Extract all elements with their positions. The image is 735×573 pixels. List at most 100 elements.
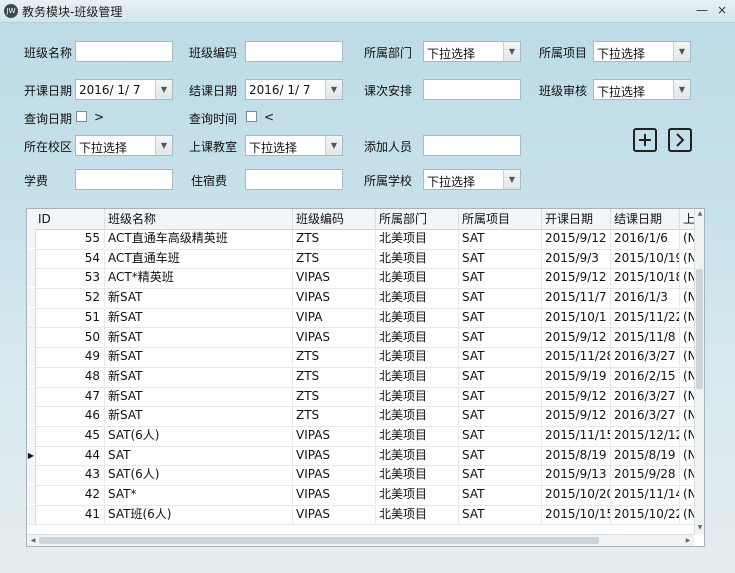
cell-class-name: 新SAT [105, 366, 293, 386]
table-row[interactable]: 45 SAT(6人) VIPAS 北美项目 SAT 2015/11/15 2015/12/1… [27, 426, 694, 447]
cell-department: 北美项目 [376, 465, 459, 485]
classroom-label: 上课教室 [189, 140, 238, 154]
end-date-picker[interactable]: 2016/ 1/ 7 ▼ [245, 79, 343, 100]
added-by-input[interactable] [423, 135, 521, 156]
header-col-start-date[interactable]: 开课日期 [542, 209, 611, 229]
header-col-project[interactable]: 所属项目 [459, 209, 542, 229]
cell-class-code: ZTS [293, 386, 376, 406]
table-row[interactable]: 48新SATZTS北美项目SAT2015/9/192016/2/15(N [27, 366, 694, 388]
close-button[interactable]: × [714, 2, 730, 18]
class-table[interactable]: ID 班级名称 班级编码 所属部门 所属项目 开课日期 结课日期上 55 ACT直通车高级精英… [26, 208, 705, 547]
header-col-class-code[interactable]: 班级编码 [293, 209, 376, 229]
cell-start-date: 2015/9/3 [542, 248, 611, 268]
review-label: 班级审核 [539, 84, 588, 98]
chevron-down-icon: ▼ [325, 80, 342, 99]
start-date-picker[interactable]: 2016/ 1/ 7 ▼ [75, 79, 173, 100]
next-button[interactable] [668, 128, 692, 152]
header-col-department[interactable]: 所属部门 [376, 209, 459, 229]
header-col-class-name[interactable]: 班级名称 [105, 209, 293, 229]
table-row[interactable]: ▶44SATVIPAS北美项目SAT2015/8/192015/8/19(N [27, 445, 694, 467]
scroll-down-icon[interactable]: ▼ [695, 523, 704, 533]
scroll-left-icon[interactable]: ◀ [27, 535, 39, 546]
cell-end-date: 2015/12/12 [611, 426, 680, 445]
cell-start-date: 2015/9/19 [542, 366, 611, 386]
tuition-input[interactable] [75, 169, 173, 190]
cell-extra: (N [680, 406, 694, 425]
cell-end-date: 2016/3/27 [611, 347, 680, 367]
table-row[interactable]: 53 ACT*精英班 VIPAS 北美项目 SAT 2015/9/12 2015/10/18… [27, 268, 694, 290]
cell-id: 41 [35, 504, 105, 524]
campus-select[interactable]: 下拉选择 ▼ [75, 135, 173, 156]
lodging-input[interactable] [245, 169, 343, 190]
campus-label: 所在校区 [24, 140, 73, 154]
query-time-checkbox[interactable] [246, 111, 257, 122]
cell-class-code: VIPAS [293, 445, 376, 465]
cell-class-code: VIPAS [293, 504, 376, 524]
cell-class-code: ZTS [293, 406, 376, 426]
vertical-scroll-thumb[interactable] [696, 269, 703, 389]
cell-class-code: VIPAS [293, 268, 376, 288]
cell-id: 51 [35, 307, 105, 327]
query-date-checkbox[interactable] [76, 111, 87, 122]
table-row[interactable]: 47新SATZTS北美项目SAT2015/9/122016/3/27(N [27, 386, 694, 408]
vertical-scrollbar[interactable]: ▲ ▼ [694, 209, 704, 534]
cell-class-code: ZTS [293, 248, 376, 268]
horizontal-scrollbar[interactable]: ◀ ▶ [27, 534, 694, 546]
horizontal-scroll-thumb[interactable] [39, 537, 599, 544]
header-col-id[interactable]: ID [35, 209, 105, 229]
table-row[interactable]: 51新SATVIPA北美项目SAT2015/10/12015/11/22(N [27, 307, 694, 329]
cell-class-name: SAT [105, 445, 293, 465]
cell-project: SAT [459, 406, 542, 426]
table-row[interactable]: 54ACT直通车班ZTS北美项目SAT2015/9/32015/10/19(N [27, 248, 694, 270]
cell-class-code: VIPAS [293, 465, 376, 485]
app-logo-icon: JW [4, 4, 18, 18]
cell-end-date: 2015/11/8 [611, 327, 680, 347]
chevron-down-icon: ▼ [503, 170, 520, 189]
department-select[interactable]: 下拉选择 ▼ [423, 41, 521, 62]
schedule-input[interactable] [423, 79, 521, 100]
schedule-label: 课次安排 [364, 84, 413, 98]
table-row[interactable]: 49新SATZTS北美项目SAT2015/11/282016/3/27(N [27, 347, 694, 368]
cell-department: 北美项目 [376, 366, 459, 386]
review-select[interactable]: 下拉选择 ▼ [593, 79, 691, 100]
cell-class-name: 新SAT [105, 288, 293, 308]
cell-class-name: 新SAT [105, 327, 293, 347]
table-row[interactable]: 46新SATZTS北美项目SAT2015/9/122016/3/27(N [27, 406, 694, 427]
cell-class-name: 新SAT [105, 406, 293, 426]
table-row[interactable]: 52新SATVIPAS北美项目SAT2015/11/72016/1/3(N [27, 288, 694, 309]
project-select[interactable]: 下拉选择 ▼ [593, 41, 691, 62]
header-col-extra[interactable]: 上 [680, 209, 694, 229]
cell-id: 47 [35, 386, 105, 406]
plus-icon [639, 134, 651, 146]
table-row[interactable]: 50新SATVIPAS北美项目SAT2015/9/122015/11/8(N [27, 327, 694, 349]
table-row[interactable]: 42SAT*VIPAS北美项目SAT2015/10/202015/11/14(N [27, 485, 694, 506]
header-col-end-date[interactable]: 结课日期 [611, 209, 680, 229]
scroll-right-icon[interactable]: ▶ [682, 535, 694, 546]
cell-end-date: 2016/3/27 [611, 406, 680, 426]
department-label: 所属部门 [364, 46, 413, 60]
cell-project: SAT [459, 485, 542, 505]
query-time-operator: < [264, 110, 275, 124]
cell-end-date: 2015/10/18 [611, 268, 680, 288]
cell-extra: (N [680, 446, 694, 465]
classroom-select[interactable]: 下拉选择 ▼ [245, 135, 343, 156]
start-date-label: 开课日期 [24, 84, 73, 98]
minimize-button[interactable]: — [694, 2, 710, 18]
cell-class-code: VIPAS [293, 288, 376, 308]
table-row[interactable]: 41 SAT班(6人) VIPAS 北美项目 SAT 2015/10/15 2015/10/… [27, 504, 694, 526]
scroll-up-icon[interactable]: ▲ [695, 209, 704, 219]
table-row[interactable]: 43 SAT(6人) VIPAS 北美项目 SAT 2015/9/13 2015/9/28(… [27, 465, 694, 487]
table-row[interactable]: 55 ACT直通车高级精英班 ZTS 北美项目 SAT 2015/9/12 2016/1/6… [27, 229, 694, 250]
cell-class-code: VIPAS [293, 327, 376, 347]
query-date-operator: > [94, 110, 105, 124]
table-body: ID 班级名称 班级编码 所属部门 所属项目 开课日期 结课日期上 55 ACT直通车高级精英… [27, 209, 694, 534]
school-select[interactable]: 下拉选择 ▼ [423, 169, 521, 190]
cell-end-date: 2015/10/19 [611, 248, 680, 268]
cell-extra: (N [680, 387, 694, 406]
cell-id: 49 [35, 347, 105, 367]
cell-class-name: SAT(6人) [105, 426, 293, 445]
cell-project: SAT [459, 268, 542, 288]
add-button[interactable] [633, 128, 657, 152]
class-code-input[interactable] [245, 41, 343, 62]
class-name-input[interactable] [75, 41, 173, 62]
